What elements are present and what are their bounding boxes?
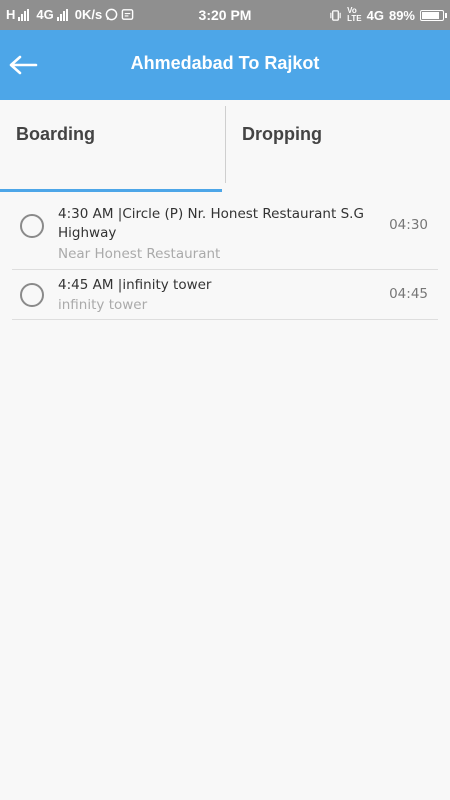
radio-button[interactable]	[20, 283, 44, 307]
tab-dropping-label: Dropping	[242, 124, 322, 144]
volte-icon: Vo LTE	[347, 6, 362, 23]
vibrate-icon	[330, 9, 341, 21]
status-bar: H 4G 0K/s 3:20 PM Vo LTE 4G 89%	[0, 0, 450, 30]
network-4g: 4G	[366, 7, 384, 23]
battery-percent: 89%	[388, 7, 415, 23]
battery-icon	[420, 9, 447, 21]
tab-dropping[interactable]: Dropping	[226, 100, 450, 193]
stop-subtitle: infinity tower	[58, 297, 148, 313]
list-item[interactable]: 4:30 AM |Circle (P) Nr. Honest Restauran…	[12, 200, 438, 270]
list-item[interactable]: 4:45 AM |infinity tower infinity tower 0…	[12, 270, 438, 320]
stop-subtitle: Near Honest Restaurant	[58, 246, 221, 262]
stop-title: 4:30 AM |Circle (P) Nr. Honest Restauran…	[58, 206, 364, 241]
page-title: Ahmedabad To Rajkot	[130, 53, 320, 73]
app-header: Ahmedabad To Rajkot	[0, 30, 450, 100]
stop-time: 04:45	[389, 286, 428, 302]
stop-time: 04:30	[389, 217, 428, 233]
active-tab-indicator	[0, 189, 222, 192]
boarding-points-list: 4:30 AM |Circle (P) Nr. Honest Restauran…	[12, 200, 438, 320]
tab-bar: Boarding Dropping	[0, 100, 450, 193]
stop-title: 4:45 AM |infinity tower	[58, 277, 212, 293]
tab-boarding-label: Boarding	[16, 124, 95, 144]
status-right: Vo LTE 4G 89%	[329, 6, 447, 23]
radio-button[interactable]	[20, 214, 44, 238]
tab-boarding[interactable]: Boarding	[0, 100, 222, 193]
